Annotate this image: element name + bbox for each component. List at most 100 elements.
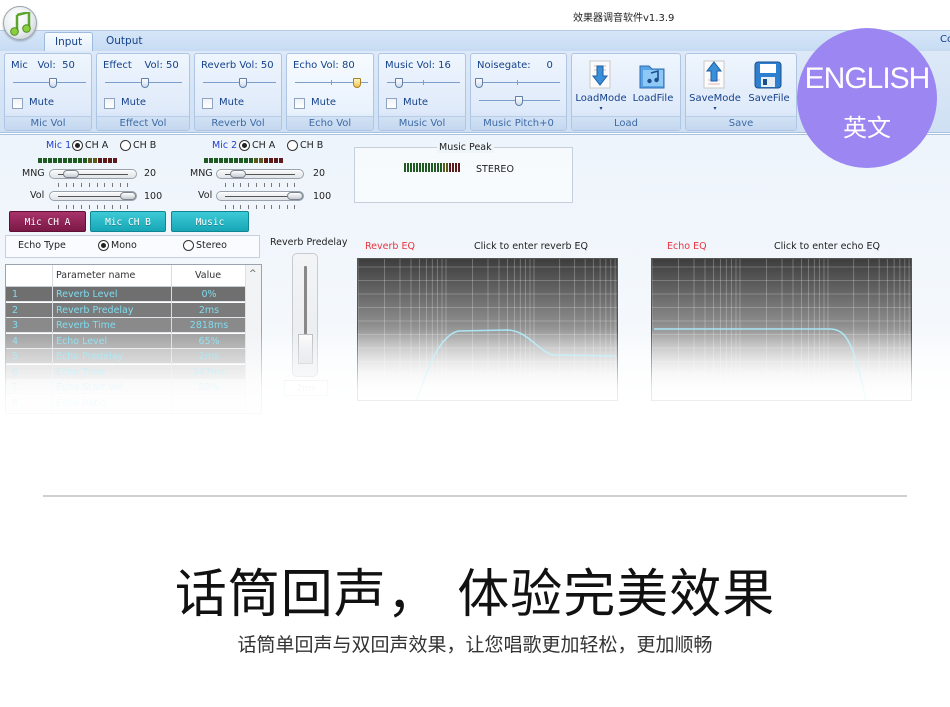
table-row[interactable]: 5 Echo Predelay 2ms xyxy=(6,349,246,364)
slider-knob[interactable] xyxy=(298,334,313,364)
slider-knob[interactable] xyxy=(287,192,303,200)
group-mic-vol: Mic Vol: 50 Mute Mic Vol xyxy=(4,53,92,131)
table-row[interactable]: 2 Reverb Predelay 2ms xyxy=(6,302,246,318)
led-segment xyxy=(410,163,412,172)
mic-ch-a-button[interactable]: Mic CH A xyxy=(9,211,86,232)
group-effect-vol: Effect Vol: 50 Mute Effect Vol xyxy=(96,53,190,131)
slider-thumb[interactable] xyxy=(141,78,149,88)
music-vol-slider[interactable] xyxy=(387,78,460,88)
mic1-mng-slider[interactable] xyxy=(49,169,137,179)
badge-chinese-text: 英文 xyxy=(843,114,891,142)
led-segment xyxy=(103,158,107,163)
mic-vol-footer: Mic Vol xyxy=(5,116,91,130)
save-mode-button[interactable]: SaveMode ▾ xyxy=(688,60,742,112)
led-segment xyxy=(63,158,67,163)
reverb-eq-hint[interactable]: Click to enter reverb EQ xyxy=(474,241,588,252)
effect-vol-title: Effect Vol: 50 xyxy=(103,60,179,71)
slider-knob[interactable] xyxy=(120,192,136,200)
mic1-label: Mic 1 xyxy=(46,140,72,151)
row-parameter-name: Echo Level xyxy=(56,335,108,347)
led-segment xyxy=(93,158,97,163)
tab-output[interactable]: Output xyxy=(96,32,152,52)
echo-stereo-radio[interactable] xyxy=(183,240,194,251)
slider-thumb[interactable] xyxy=(239,78,247,88)
led-segment xyxy=(239,158,243,163)
table-row[interactable]: 8 Echo Ratio xyxy=(6,395,246,411)
led-segment xyxy=(407,163,409,172)
row-parameter-name: Echo Start Vol xyxy=(56,382,123,393)
led-segment xyxy=(440,163,442,172)
music-peak-meter xyxy=(404,163,460,172)
music-mute-label: Mute xyxy=(403,97,429,108)
mic1-ch-b-radio[interactable] xyxy=(120,140,131,151)
slider-thumb[interactable] xyxy=(515,96,523,106)
row-parameter-value: 2ms xyxy=(198,351,220,362)
table-row[interactable]: 3 Reverb Time 2818ms xyxy=(6,318,246,333)
slider-thumb[interactable] xyxy=(353,78,361,88)
mic-mute-checkbox[interactable] xyxy=(12,98,23,109)
mic-vol-slider[interactable] xyxy=(13,78,86,88)
noisegate-slider[interactable] xyxy=(475,78,560,88)
slider-thumb[interactable] xyxy=(475,78,483,88)
mic2-vol-slider[interactable] xyxy=(216,191,304,201)
mic2-ch-b-radio[interactable] xyxy=(287,140,298,151)
music-vol-title: Music Vol: 16 xyxy=(385,60,451,71)
tick-marks xyxy=(225,205,296,209)
load-file-button[interactable]: LoadFile xyxy=(626,60,680,110)
echo-eq-plot[interactable] xyxy=(651,258,912,401)
load-mode-label: LoadMode xyxy=(575,93,627,104)
mic2-mng-slider[interactable] xyxy=(216,169,304,179)
led-segment xyxy=(204,158,208,163)
scroll-up-icon[interactable]: ^ xyxy=(249,269,257,279)
music-button[interactable]: Music xyxy=(171,211,249,232)
table-scrollbar[interactable]: ^ xyxy=(245,265,261,413)
mic-mute-label: Mute xyxy=(29,97,55,108)
reverb-vol-slider[interactable] xyxy=(203,78,276,88)
save-file-button[interactable]: SaveFile xyxy=(742,60,796,110)
slider-knob[interactable] xyxy=(63,170,79,178)
table-row[interactable]: 7 Echo Start Vol 80% xyxy=(6,380,246,395)
tab-input[interactable]: Input xyxy=(44,32,94,52)
row-index: 1 xyxy=(12,289,19,300)
slider-thumb[interactable] xyxy=(49,78,57,88)
music-peak-box xyxy=(354,147,573,203)
load-footer: Load xyxy=(572,116,680,130)
load-mode-button[interactable]: LoadMode ▾ xyxy=(574,60,628,112)
echo-mute-checkbox[interactable] xyxy=(294,98,305,109)
reverb-mute-checkbox[interactable] xyxy=(202,98,213,109)
slider-knob[interactable] xyxy=(230,170,246,178)
row-index: 2 xyxy=(12,304,19,316)
mic-ch-b-button[interactable]: Mic CH B xyxy=(90,211,166,232)
music-mute-checkbox[interactable] xyxy=(386,98,397,109)
table-row[interactable]: 1 Reverb Level 0% xyxy=(6,287,246,302)
mic1-ch-b-label: CH B xyxy=(133,140,157,151)
mic2-ch-a-radio[interactable] xyxy=(239,140,250,151)
echo-mono-radio[interactable] xyxy=(98,240,109,251)
led-segment xyxy=(259,158,263,163)
led-segment xyxy=(48,158,52,163)
effect-mute-checkbox[interactable] xyxy=(104,98,115,109)
table-row[interactable]: 4 Echo Level 65% xyxy=(6,333,246,349)
group-load: LoadMode ▾ LoadFile Load xyxy=(571,53,681,131)
reverb-eq-plot[interactable] xyxy=(357,258,618,401)
save-file-label: SaveFile xyxy=(748,93,790,104)
effect-vol-slider[interactable] xyxy=(105,78,182,88)
app-menu-button[interactable] xyxy=(3,6,37,40)
mic1-ch-a-radio[interactable] xyxy=(72,140,83,151)
tick-marks xyxy=(58,183,129,187)
tab-overflow-text: Co xyxy=(940,34,950,45)
slider-thumb[interactable] xyxy=(395,78,403,88)
mic2-mng-label: MNG xyxy=(190,168,213,179)
led-segment xyxy=(443,163,445,172)
mic2-vol-label: Vol xyxy=(198,190,213,201)
tick-marks xyxy=(58,205,129,209)
table-row[interactable]: 6 Echo Time 247ms xyxy=(6,364,246,380)
group-echo-vol: Echo Vol: 80 Mute Echo Vol xyxy=(286,53,374,131)
reverb-predelay-slider[interactable] xyxy=(292,253,318,377)
mic1-vol-slider[interactable] xyxy=(49,191,137,201)
echo-eq-hint[interactable]: Click to enter echo EQ xyxy=(774,241,880,252)
echo-vol-slider[interactable] xyxy=(295,78,368,88)
row-index: 4 xyxy=(12,335,19,347)
noisegate-title: Noisegate: 0 xyxy=(477,60,553,71)
music-pitch-slider[interactable] xyxy=(479,96,560,106)
